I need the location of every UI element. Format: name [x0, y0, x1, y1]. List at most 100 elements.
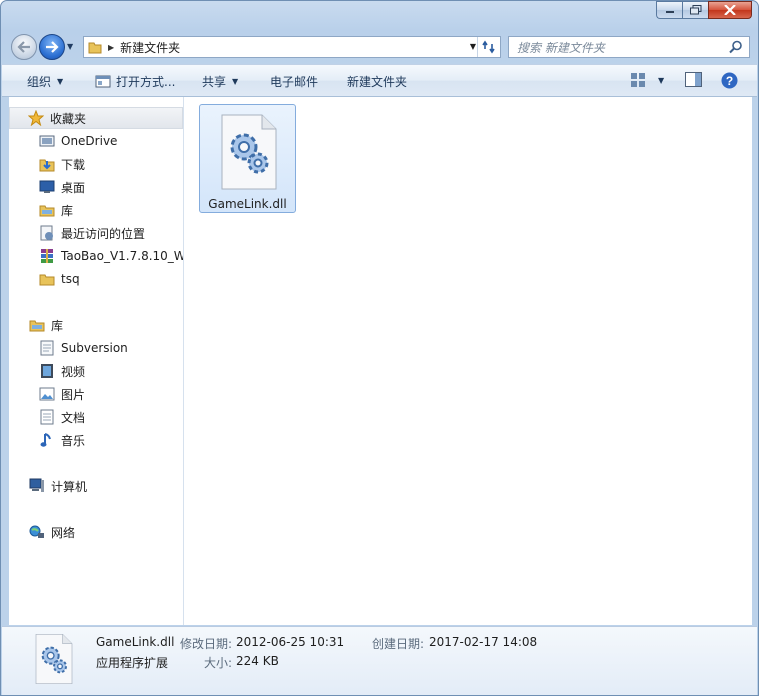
- nav-favorites-label: 收藏夹: [50, 111, 87, 126]
- explorer-window: ▼ ▶ 新建文件夹 ▼ 搜索 新建文件夹 组织 ▼ 打开方式... 共享 ▼ 电…: [0, 0, 759, 696]
- desktop-icon: [39, 179, 55, 195]
- details-pane: GameLink.dll 应用程序扩展 修改日期: 2012-06-25 10:…: [2, 626, 757, 695]
- organize-menu[interactable]: 组织 ▼: [27, 73, 63, 90]
- search-box[interactable]: 搜索 新建文件夹: [508, 36, 750, 58]
- change-view-button[interactable]: ▼: [630, 72, 664, 88]
- address-history-dropdown[interactable]: ▼: [470, 42, 476, 51]
- nav-item-label: Subversion: [61, 341, 128, 355]
- help-icon: ?: [721, 72, 738, 89]
- organize-label: 组织: [27, 75, 52, 89]
- chevron-down-icon: ▼: [232, 77, 239, 86]
- winrar-archive-icon: [39, 248, 55, 264]
- network-icon: [29, 524, 45, 540]
- minimize-icon: [665, 11, 674, 13]
- nav-item-desktop[interactable]: 桌面: [9, 176, 183, 198]
- nav-item-library[interactable]: 库: [9, 199, 183, 221]
- pictures-icon: [39, 386, 55, 402]
- nav-item-onedrive[interactable]: OneDrive: [9, 130, 183, 152]
- recent-places-icon: [39, 225, 55, 241]
- details-modified-label: 修改日期:: [180, 637, 233, 651]
- dll-gear-icon: [35, 634, 73, 684]
- back-arrow-icon: [17, 41, 30, 53]
- caption-buttons: [656, 1, 752, 19]
- chevron-down-icon: ▼: [57, 77, 64, 86]
- file-name: GameLink.dll: [208, 197, 287, 211]
- help-button[interactable]: ?: [721, 72, 738, 89]
- videos-icon: [39, 363, 55, 379]
- refresh-icon: [482, 40, 495, 54]
- folder-icon: [39, 271, 55, 287]
- address-bar[interactable]: ▶ 新建文件夹 ▼: [83, 36, 501, 58]
- new-folder-button[interactable]: 新建文件夹: [347, 73, 407, 90]
- nav-item-pictures[interactable]: 图片: [9, 383, 183, 405]
- music-icon: [39, 432, 55, 448]
- folder-icon: [88, 42, 102, 54]
- nav-item-label: 最近访问的位置: [61, 226, 146, 241]
- file-item[interactable]: GameLink.dll: [199, 104, 296, 213]
- nav-item-tsq[interactable]: tsq: [9, 268, 183, 290]
- nav-item-music[interactable]: 音乐: [9, 429, 183, 451]
- nav-item-label: 桌面: [61, 180, 86, 195]
- nav-computer[interactable]: 计算机: [9, 475, 183, 497]
- preview-pane-button[interactable]: [685, 72, 702, 87]
- details-created-label: 创建日期:: [372, 637, 425, 651]
- nav-item-recent-places[interactable]: 最近访问的位置: [9, 222, 183, 244]
- search-input[interactable]: 搜索 新建文件夹: [509, 39, 605, 56]
- details-modified-value: 2012-06-25 10:31: [236, 635, 345, 649]
- nav-item-videos[interactable]: 视频: [9, 360, 183, 382]
- nav-item-label: tsq: [61, 272, 80, 286]
- share-menu[interactable]: 共享 ▼: [202, 73, 238, 90]
- nav-libraries-label: 库: [51, 318, 64, 333]
- forward-arrow-icon: [46, 41, 59, 53]
- refresh-button[interactable]: [477, 37, 500, 57]
- nav-computer-label: 计算机: [51, 479, 88, 494]
- search-icon[interactable]: [729, 40, 743, 54]
- command-bar: 组织 ▼ 打开方式... 共享 ▼ 电子邮件 新建文件夹 ▼ ?: [2, 64, 757, 97]
- nav-item-label: 文档: [61, 410, 86, 425]
- nav-network[interactable]: 网络: [9, 521, 183, 543]
- nav-item-label: TaoBao_V1.7.8.10_Wi: [61, 249, 184, 263]
- preview-pane-icon: [685, 72, 702, 87]
- nav-item-taobao[interactable]: TaoBao_V1.7.8.10_Wi: [9, 245, 184, 267]
- file-list-pane: GameLink.dll: [184, 97, 752, 625]
- breadcrumb-separator-icon[interactable]: ▶: [108, 43, 114, 52]
- new-folder-label: 新建文件夹: [347, 75, 408, 89]
- nav-item-label: 库: [61, 203, 74, 218]
- open-with-button[interactable]: 打开方式...: [95, 73, 175, 90]
- details-created-value: 2017-02-17 14:08: [429, 635, 538, 649]
- maximize-button[interactable]: [682, 1, 708, 19]
- nav-item-label: 音乐: [61, 433, 86, 448]
- forward-button[interactable]: [39, 34, 65, 60]
- documents-icon: [39, 409, 55, 425]
- library-icon: [29, 317, 45, 333]
- svg-text:?: ?: [726, 74, 733, 88]
- details-file-name: GameLink.dll: [96, 635, 175, 649]
- nav-network-label: 网络: [51, 525, 76, 540]
- onedrive-icon: [39, 133, 55, 149]
- breadcrumb-current[interactable]: 新建文件夹: [120, 39, 180, 56]
- details-file-type: 应用程序扩展: [96, 656, 169, 670]
- restore-icon: [689, 5, 701, 15]
- email-button[interactable]: 电子邮件: [270, 73, 318, 90]
- recent-pages-dropdown[interactable]: ▼: [67, 42, 73, 51]
- nav-item-downloads[interactable]: 下载: [9, 153, 183, 175]
- address-row: ▼ ▶ 新建文件夹 ▼ 搜索 新建文件夹: [11, 32, 750, 60]
- chevron-down-icon[interactable]: ▼: [658, 76, 664, 85]
- navigation-pane: 收藏夹 OneDrive 下载 桌面 库 最近访问的位置 TaoBao_V1.7…: [9, 97, 184, 625]
- email-label: 电子邮件: [270, 75, 319, 89]
- nav-item-documents[interactable]: 文档: [9, 406, 183, 428]
- nav-favorites[interactable]: 收藏夹: [9, 107, 183, 129]
- nav-libraries[interactable]: 库: [9, 314, 183, 336]
- nav-item-subversion[interactable]: Subversion: [9, 337, 183, 359]
- view-grid-icon: [631, 73, 645, 87]
- share-label: 共享: [202, 75, 227, 89]
- back-button[interactable]: [11, 34, 37, 60]
- nav-item-label: 图片: [61, 387, 86, 402]
- nav-item-label: 视频: [61, 364, 86, 379]
- open-with-label: 打开方式...: [116, 75, 176, 89]
- minimize-button[interactable]: [656, 1, 682, 19]
- close-button[interactable]: [708, 1, 752, 19]
- close-icon: [724, 5, 736, 15]
- subversion-library-icon: [39, 340, 55, 356]
- nav-item-label: OneDrive: [61, 134, 118, 148]
